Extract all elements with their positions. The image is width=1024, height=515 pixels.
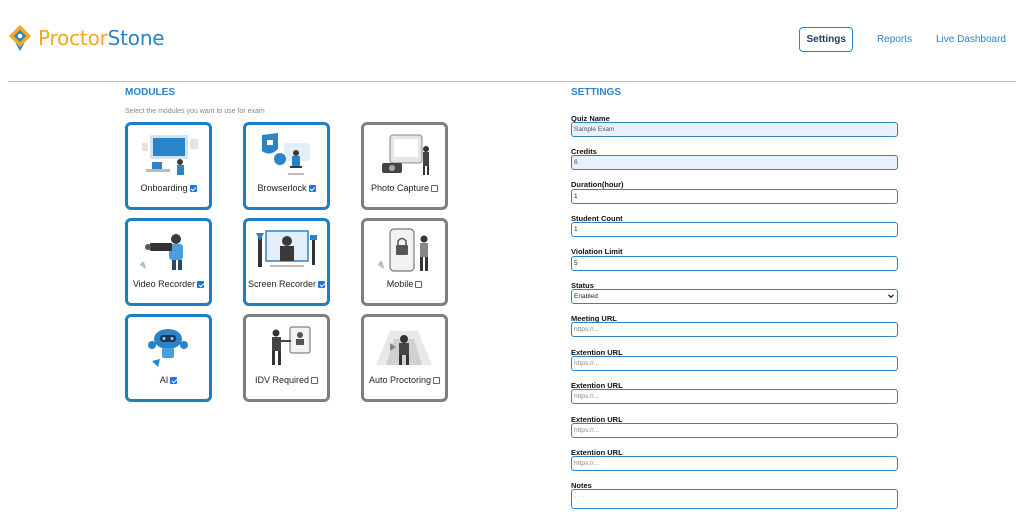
modules-subtitle: Select the modules you want to use for e…: [125, 108, 265, 115]
module-card-ai[interactable]: AI: [125, 314, 212, 402]
browserlock-illustration-icon: [262, 133, 310, 175]
duration-label: Duration(hour): [571, 180, 624, 189]
module-label-onboarding: Onboarding: [128, 183, 209, 193]
meeting-url-input[interactable]: https://...: [571, 322, 898, 337]
module-label-screen-recorder: Screen Recorder: [246, 279, 327, 289]
module-checkbox-photo-capture[interactable]: [431, 184, 439, 192]
module-checkbox-ai[interactable]: [170, 376, 178, 384]
screen-recorder-illustration-icon: [256, 230, 317, 267]
header: ProctorStone Settings Reports Live Dashb…: [0, 0, 1024, 80]
auto-proctoring-illustration-icon: [376, 331, 432, 365]
status-select[interactable]: Enabled: [571, 289, 898, 304]
top-nav: Settings Reports Live Dashboard: [799, 27, 1010, 52]
nav-settings-button[interactable]: Settings: [799, 27, 853, 52]
modules-section: MODULES Select the modules you want to u…: [125, 87, 465, 402]
module-label-video-recorder: Video Recorder: [128, 279, 209, 289]
module-checkbox-mobile[interactable]: [415, 280, 423, 288]
settings-title: SETTINGS: [571, 87, 622, 98]
module-checkbox-auto-proctoring[interactable]: [433, 376, 441, 384]
module-label-photo-capture: Photo Capture: [364, 183, 445, 193]
module-label-ai: AI: [128, 375, 209, 385]
photo-capture-illustration-icon: [382, 134, 429, 175]
module-checkbox-onboarding[interactable]: [189, 184, 197, 192]
module-label-auto-proctoring: Auto Proctoring: [364, 375, 445, 385]
module-checkbox-screen-recorder[interactable]: [318, 280, 326, 288]
extention-url-input-4[interactable]: https://...: [571, 456, 898, 471]
module-card-browserlock[interactable]: Browserlock: [243, 122, 330, 210]
brand-logo[interactable]: ProctorStone: [8, 24, 165, 52]
extention-url-input-1[interactable]: https://...: [571, 356, 898, 371]
modules-title: MODULES: [125, 87, 175, 98]
module-checkbox-browserlock[interactable]: [308, 184, 316, 192]
module-card-onboarding[interactable]: Onboarding: [125, 122, 212, 210]
extention-url-input-2[interactable]: https://...: [571, 389, 898, 404]
proctorstone-logo-icon: [9, 25, 31, 51]
duration-input[interactable]: 1: [571, 189, 898, 204]
violation-limit-label: Violation Limit: [571, 247, 623, 256]
chevron-down-icon: [888, 294, 894, 299]
module-card-mobile[interactable]: Mobile: [361, 218, 448, 306]
nav-live-dashboard-link[interactable]: Live Dashboard: [936, 34, 1006, 45]
module-label-idv-required: IDV Required: [246, 375, 327, 385]
module-card-idv-required[interactable]: IDV Required: [243, 314, 330, 402]
quiz-name-input[interactable]: Sample Exam: [571, 122, 898, 137]
onboarding-illustration-icon: [142, 135, 198, 175]
module-card-screen-recorder[interactable]: Screen Recorder: [243, 218, 330, 306]
module-checkbox-idv-required[interactable]: [311, 376, 319, 384]
nav-reports-link[interactable]: Reports: [877, 34, 912, 45]
module-card-photo-capture[interactable]: Photo Capture: [361, 122, 448, 210]
mobile-illustration-icon: [378, 228, 428, 272]
credits-input[interactable]: 6: [571, 155, 898, 170]
module-label-browserlock: Browserlock: [246, 183, 327, 193]
module-label-mobile: Mobile: [364, 279, 445, 289]
notes-textarea[interactable]: · · ·: [571, 489, 898, 509]
student-count-input[interactable]: 1: [571, 222, 898, 237]
settings-section: SETTINGS Quiz Name Sample Exam Credits 6…: [571, 87, 901, 509]
video-recorder-illustration-icon: [140, 234, 183, 270]
module-checkbox-video-recorder[interactable]: [197, 280, 205, 288]
module-card-auto-proctoring[interactable]: Auto Proctoring: [361, 314, 448, 402]
module-card-video-recorder[interactable]: Video Recorder: [125, 218, 212, 306]
header-divider: [8, 81, 1016, 82]
brand-name: ProctorStone: [38, 26, 165, 50]
ai-robot-illustration-icon: [148, 329, 188, 367]
idv-illustration-icon: [272, 326, 311, 365]
extention-url-input-3[interactable]: https://...: [571, 423, 898, 438]
violation-limit-input[interactable]: 5: [571, 256, 898, 271]
